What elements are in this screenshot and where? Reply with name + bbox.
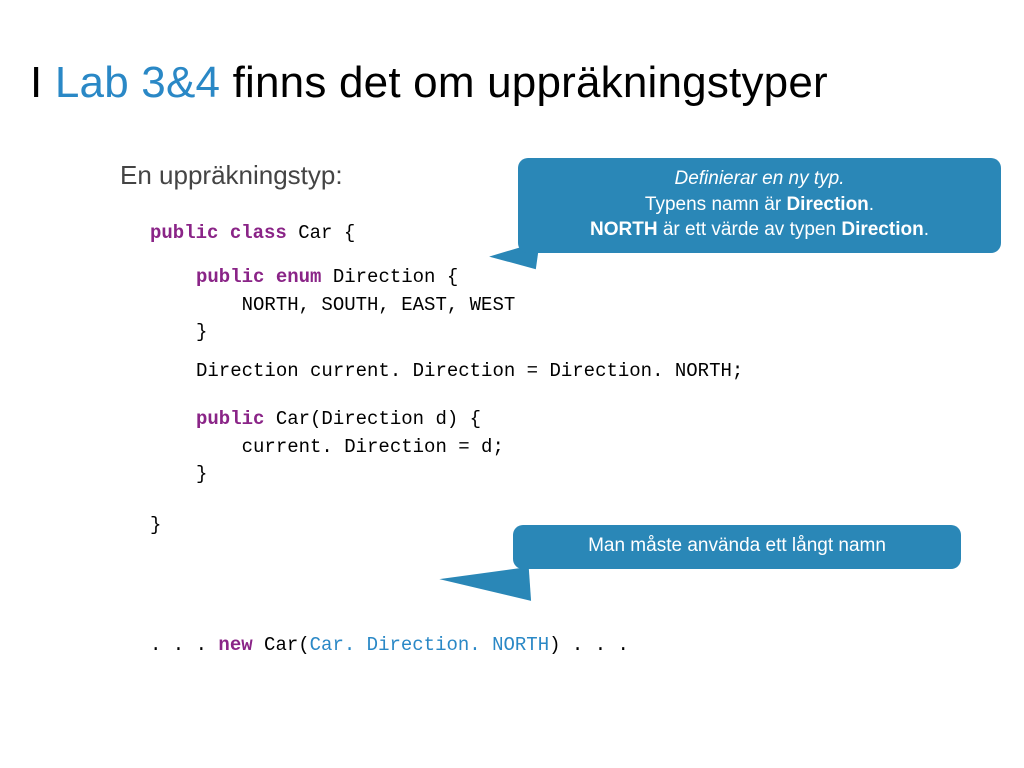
code-field: Direction current. Direction = Direction… xyxy=(196,358,743,386)
callout-top-line3: NORTH är ett värde av typen Direction. xyxy=(532,217,987,243)
title-upp: uppräkningstyper xyxy=(487,58,828,107)
callout-top-line1: Definierar en ny typ. xyxy=(532,166,987,192)
slide-title: I Lab 3&4 finns det om uppräkningstyper xyxy=(30,58,994,108)
slide: I Lab 3&4 finns det om uppräkningstyper … xyxy=(0,0,1024,768)
callout-bottom-text: Man måste använda ett långt namn xyxy=(588,535,886,556)
callout-definition: Definierar en ny typ. Typens namn är Dir… xyxy=(518,158,1001,253)
code-enum-block: public enum Direction { NORTH, SOUTH, EA… xyxy=(196,264,515,347)
subtitle: En uppräkningstyp: xyxy=(120,160,343,191)
title-mid: finns det om xyxy=(220,58,487,107)
callout-long-name: Man måste använda ett långt namn xyxy=(513,525,961,569)
code-usage: . . . new Car(Car. Direction. NORTH) . .… xyxy=(150,632,629,660)
callout-bottom-tail xyxy=(439,567,531,607)
title-lab: Lab 3&4 xyxy=(55,58,220,107)
callout-top-line2: Typens namn är Direction. xyxy=(532,192,987,218)
code-class-close: } xyxy=(150,512,161,540)
code-constructor: public Car(Direction d) { current. Direc… xyxy=(196,406,504,489)
code-class-decl: public class Car { xyxy=(150,220,355,248)
title-pre: I xyxy=(30,58,55,107)
